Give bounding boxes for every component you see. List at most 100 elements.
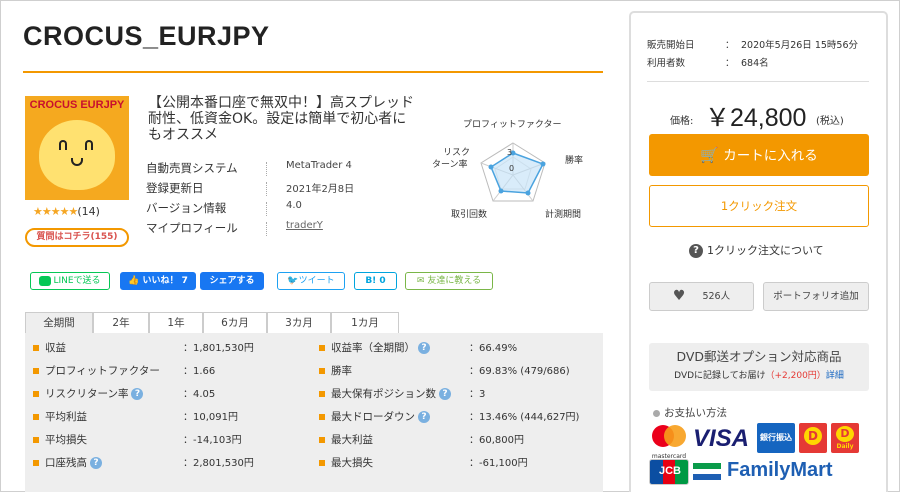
stat-row-balance: 口座残高? ：2,801,530円	[33, 452, 313, 475]
bullet-icon	[319, 437, 325, 443]
mascot-eye-right	[85, 140, 93, 150]
stat-key: 収益	[45, 342, 66, 354]
bullet-icon	[33, 345, 39, 351]
price-tax: (税込)	[816, 116, 844, 127]
bullet-icon	[33, 437, 39, 443]
radar-label-trades: 取引回数	[451, 210, 488, 220]
facebook-like-label: いいね！ 7	[142, 276, 188, 286]
tab-6-months[interactable]: 6カ月	[203, 312, 267, 334]
stat-row-risk-return: リスクリターン率? ：4.05	[33, 383, 313, 406]
help-icon[interactable]: ?	[90, 457, 102, 469]
d-payment-logo: D	[799, 423, 827, 453]
stat-value: ：2,801,530円	[183, 458, 254, 469]
stat-key: 最大損失	[331, 457, 373, 469]
favorite-button[interactable]: ♥ 526人	[649, 282, 754, 311]
radar-scale-0: 0	[509, 164, 514, 173]
bullet-icon	[33, 414, 39, 420]
visa-logo: VISA	[693, 425, 750, 452]
info-row-system: 自動売買システム MetaTrader 4	[146, 160, 376, 180]
stat-key: 最大ドローダウン?	[331, 406, 430, 429]
product-image-brand: CROCUS EURJPY	[29, 99, 125, 111]
product-title: CROCUS_EURJPY	[23, 21, 270, 51]
add-portfolio-button[interactable]: ポートフォリオ追加	[763, 282, 869, 311]
bullet-icon	[319, 414, 325, 420]
twitter-bird-icon: 🐦	[287, 276, 299, 286]
info-value: 4.0	[286, 200, 302, 211]
stat-key-text: 最大ドローダウン	[331, 411, 415, 423]
info-row-updated: 登録更新日 2021年2月8日	[146, 180, 376, 200]
info-key: 自動売買システム	[146, 161, 238, 175]
dvd-price: （+2,200円）	[765, 371, 826, 381]
radar-point	[498, 188, 504, 194]
profile-link[interactable]: traderY	[286, 220, 323, 231]
info-separator	[266, 202, 267, 216]
mascot-mouth	[71, 158, 83, 166]
mastercard-icon	[652, 425, 686, 447]
bullet-icon	[653, 409, 660, 417]
stat-row-profit-rate: 収益率（全期間）? ：66.49%	[319, 337, 599, 360]
stat-value: ：60,800円	[469, 435, 524, 446]
bullet-icon	[319, 368, 325, 374]
info-key: バージョン情報	[146, 201, 227, 215]
help-icon[interactable]: ?	[131, 388, 144, 400]
favorite-count: 526人	[702, 291, 731, 302]
tweet-button[interactable]: 🐦ツイート	[277, 272, 345, 290]
panel-divider	[647, 81, 869, 82]
colon: ：	[725, 58, 735, 69]
d-payment-icon: D	[804, 427, 822, 445]
info-separator	[266, 162, 267, 176]
radar-point	[525, 190, 531, 196]
line-share-button[interactable]: LINEで送る	[30, 272, 110, 290]
info-row-version: バージョン情報 4.0	[146, 200, 376, 220]
rating[interactable]: ★★★★★(14)	[33, 205, 100, 218]
help-icon[interactable]: ?	[418, 342, 430, 354]
radar-point	[488, 164, 494, 170]
bullet-icon	[33, 391, 39, 397]
stat-value: ：13.46% (444,627円)	[469, 412, 580, 423]
tab-1-year[interactable]: 1年	[149, 312, 203, 334]
dvd-option-box: DVD郵送オプション対応商品 DVDに記録してお届け（+2,200円）詳細	[649, 343, 869, 391]
mascot-eye-left	[59, 140, 67, 150]
one-click-order-button[interactable]: 1クリック注文	[649, 185, 869, 227]
help-icon[interactable]: ?	[418, 411, 430, 423]
about-one-click-link[interactable]: ? 1クリック注文について	[689, 242, 824, 258]
familymart-icon	[693, 461, 723, 483]
tab-2-years[interactable]: 2年	[93, 312, 149, 334]
facebook-like-button[interactable]: 👍 いいね！ 7	[120, 272, 196, 290]
radar-label-period: 計測期間	[545, 210, 582, 220]
question-icon: ?	[689, 244, 703, 258]
tweet-label: ツイート	[298, 276, 335, 286]
stat-value: ：10,091円	[183, 412, 238, 423]
stat-key: リスクリターン率?	[45, 383, 144, 406]
info-key: マイプロフィール	[146, 221, 238, 235]
stat-row-profit: 収益 ：1,801,530円	[33, 337, 313, 360]
stat-row-max-profit: 最大利益 ：60,800円	[319, 429, 599, 452]
dvd-detail-link[interactable]: 詳細	[826, 371, 844, 381]
radar-label-profit-factor: プロフィットファクター	[463, 120, 562, 130]
tab-1-month[interactable]: 1カ月	[331, 312, 399, 334]
question-button[interactable]: 質問はコチラ(155)	[25, 228, 129, 247]
bullet-icon	[319, 391, 325, 397]
stat-row-max-drawdown: 最大ドローダウン? ：13.46% (444,627円)	[319, 406, 599, 429]
stat-key: 平均損失	[45, 434, 87, 446]
add-to-cart-button[interactable]: 🛒 カートに入れる	[649, 134, 869, 176]
stat-value: ：69.83% (479/686)	[469, 366, 570, 377]
tell-friend-button[interactable]: ✉ 友達に教える	[405, 272, 493, 290]
dvd-title: DVD郵送オプション対応商品	[676, 349, 842, 364]
stat-value: ：3	[469, 389, 486, 400]
daily-d-icon: D	[836, 426, 854, 442]
stat-key-text: 口座残高	[45, 457, 87, 469]
purchase-panel: 販売開始日 ： 2020年5月26日 15時56分 利用者数 ： 684名 価格…	[629, 11, 888, 492]
info-separator	[266, 182, 267, 196]
tab-all-period[interactable]: 全期間	[25, 312, 93, 334]
tab-3-months[interactable]: 3カ月	[267, 312, 331, 334]
hatena-bookmark-button[interactable]: B! 0	[354, 272, 397, 290]
info-row-profile: マイプロフィール traderY	[146, 220, 376, 240]
about-one-click-label: 1クリック注文について	[707, 244, 824, 257]
facebook-share-button[interactable]: シェアする	[200, 272, 264, 290]
familymart-logo: FamilyMart	[727, 459, 833, 481]
radar-scale-3: 3	[507, 148, 512, 157]
payment-heading: お支払い方法	[653, 405, 727, 420]
info-value: 2021年2月8日	[286, 184, 355, 195]
help-icon[interactable]: ?	[439, 388, 451, 400]
